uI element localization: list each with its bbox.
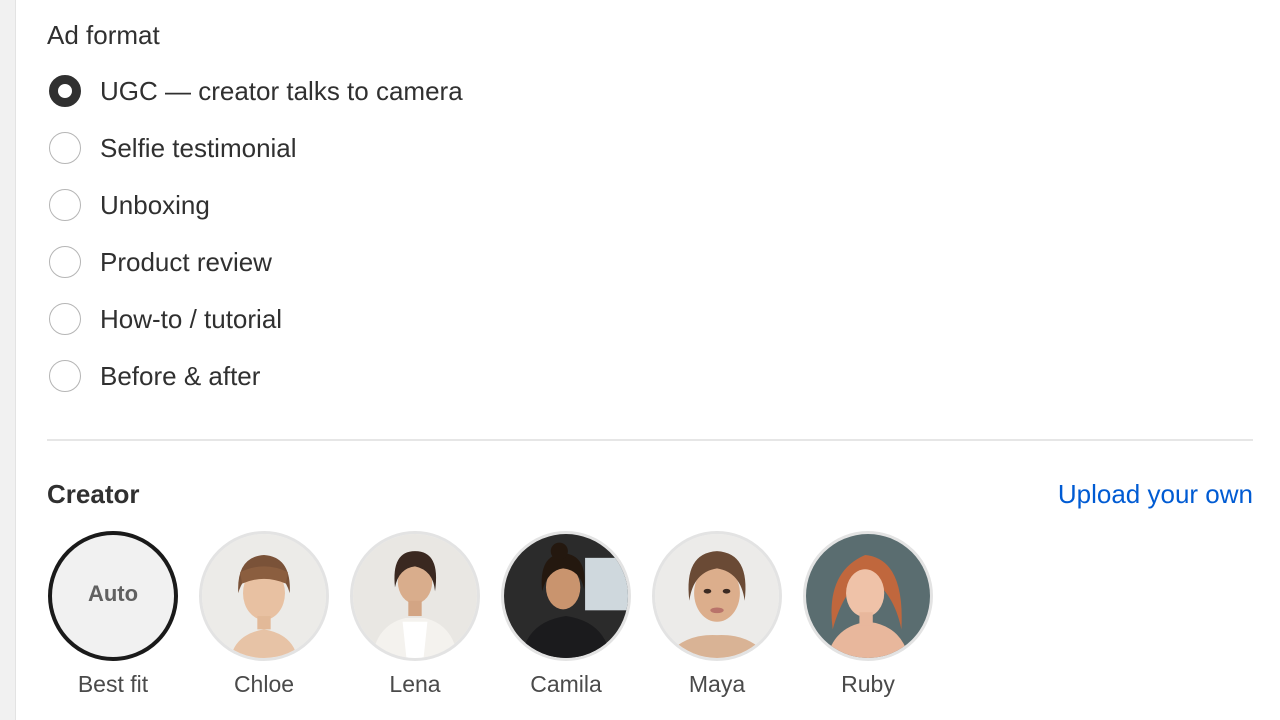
portrait-image [655, 534, 779, 658]
creator-option-chloe[interactable]: Chloe [198, 531, 330, 699]
radio-option-ugc[interactable]: UGC — creator talks to camera [47, 71, 647, 111]
creator-name: Maya [688, 671, 746, 697]
radio-option-selfie-testimonial[interactable]: Selfie testimonial [47, 128, 647, 168]
creator-avatar-chloe[interactable] [199, 531, 329, 661]
radio-button[interactable] [49, 360, 81, 392]
creator-avatar-lena[interactable] [350, 531, 480, 661]
creator-name: Best fit [77, 671, 149, 697]
creator-title: Creator [47, 479, 140, 509]
creator-name: Chloe [233, 671, 295, 697]
creator-option-best-fit[interactable]: Auto Best fit [47, 531, 179, 699]
creator-name: Camila [530, 671, 602, 697]
radio-option-product-review[interactable]: Product review [47, 242, 647, 282]
creator-avatar-ruby[interactable] [803, 531, 933, 661]
radio-button-checked[interactable] [49, 75, 81, 107]
radio-option-how-to-tutorial[interactable]: How-to / tutorial [47, 299, 647, 339]
creator-name: Lena [389, 671, 441, 697]
auto-label: Auto [87, 581, 139, 606]
portrait-image [806, 534, 930, 658]
radio-option-label: UGC — creator talks to camera [100, 76, 463, 106]
radio-option-label: Before & after [100, 361, 261, 391]
creator-option-ruby[interactable]: Ruby [802, 531, 934, 699]
portrait-image [202, 534, 326, 658]
ad-settings-panel: Ad format UGC — creator talks to camera … [47, 0, 1253, 720]
radio-button[interactable] [49, 303, 81, 335]
radio-button[interactable] [49, 132, 81, 164]
left-rail [0, 0, 16, 720]
radio-option-label: Product review [100, 247, 272, 277]
portrait-image [504, 534, 628, 658]
creator-option-maya[interactable]: Maya [651, 531, 783, 699]
radio-option-label: How-to / tutorial [100, 304, 283, 334]
creator-avatar-maya[interactable] [652, 531, 782, 661]
creator-avatar-camila[interactable] [501, 531, 631, 661]
radio-option-label: Selfie testimonial [100, 133, 297, 163]
upload-your-own-link[interactable]: Upload your own [1058, 477, 1253, 511]
ad-format-title: Ad format [47, 20, 160, 50]
radio-option-before-after[interactable]: Before & after [47, 356, 647, 396]
radio-option-label: Unboxing [100, 190, 210, 220]
auto-avatar[interactable]: Auto [48, 531, 178, 661]
creator-option-lena[interactable]: Lena [349, 531, 481, 699]
radio-button[interactable] [49, 246, 81, 278]
radio-option-unboxing[interactable]: Unboxing [47, 185, 647, 225]
portrait-image [353, 534, 477, 658]
creator-name: Ruby [841, 671, 895, 697]
radio-button[interactable] [49, 189, 81, 221]
section-divider [47, 439, 1253, 441]
creator-option-camila[interactable]: Camila [500, 531, 632, 699]
